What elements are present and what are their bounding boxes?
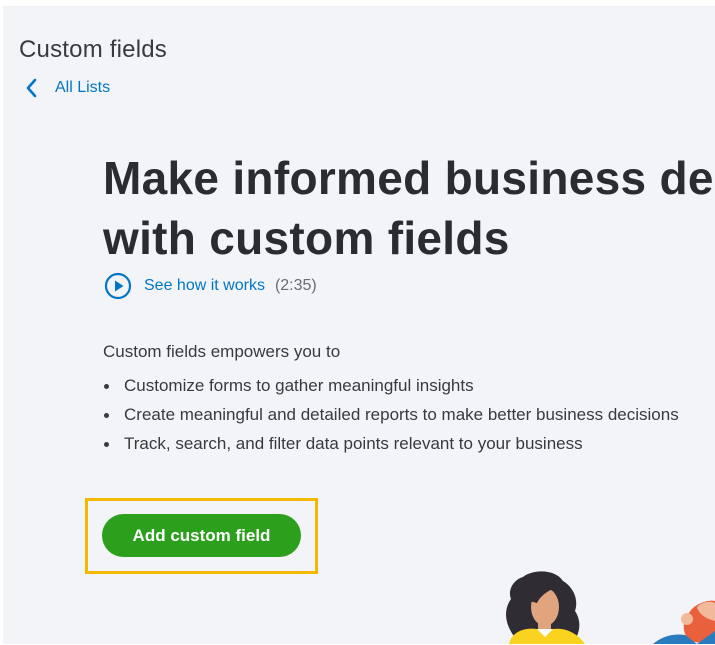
benefits-list: Customize forms to gather meaningful ins… xyxy=(103,371,679,458)
hero-heading: Make informed business decisions with cu… xyxy=(103,148,715,268)
benefit-item: Customize forms to gather meaningful ins… xyxy=(103,371,679,400)
breadcrumb-all-lists[interactable]: All Lists xyxy=(25,78,110,98)
page-title: Custom fields xyxy=(19,36,167,63)
add-custom-field-button[interactable]: Add custom field xyxy=(102,514,301,557)
video-link-label[interactable]: See how it works xyxy=(144,277,265,295)
benefit-item: Create meaningful and detailed reports t… xyxy=(103,400,679,429)
play-circle-icon[interactable] xyxy=(104,272,132,300)
benefit-item: Track, search, and filter data points re… xyxy=(103,429,679,458)
video-link[interactable]: See how it works (2:35) xyxy=(104,272,317,300)
video-duration: (2:35) xyxy=(274,277,317,294)
benefits-intro: Custom fields empowers you to xyxy=(103,342,341,361)
hero-heading-line-2: with custom fields xyxy=(103,212,510,264)
custom-fields-page: Custom fields All Lists Make informed bu… xyxy=(3,6,715,644)
chevron-left-icon[interactable] xyxy=(25,78,37,98)
hero-heading-line-1: Make informed business decisions xyxy=(103,152,715,204)
people-illustration xyxy=(506,571,715,644)
breadcrumb-label[interactable]: All Lists xyxy=(55,79,110,97)
